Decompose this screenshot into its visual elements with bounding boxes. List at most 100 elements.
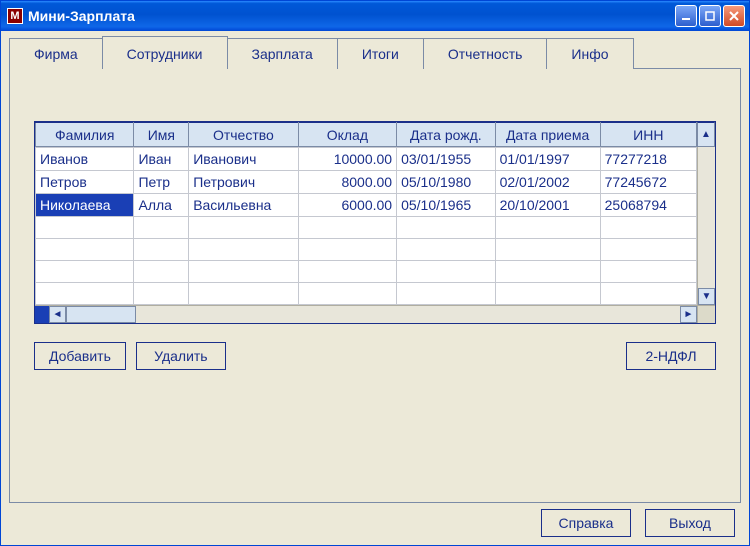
scroll-left-button[interactable]: ◄	[49, 306, 66, 323]
cell[interactable]	[600, 239, 696, 261]
tab-label: Итоги	[362, 46, 399, 62]
cell[interactable]	[134, 239, 189, 261]
cell[interactable]	[397, 239, 495, 261]
cell[interactable]: 01/01/1997	[495, 148, 600, 171]
scroll-right-button[interactable]: ►	[680, 306, 697, 323]
cell[interactable]	[397, 283, 495, 305]
maximize-button[interactable]	[699, 5, 721, 27]
add-button[interactable]: Добавить	[34, 342, 126, 370]
cell[interactable]	[134, 217, 189, 239]
scroll-down-button[interactable]: ▼	[698, 288, 715, 305]
cell[interactable]	[298, 239, 396, 261]
minimize-button[interactable]	[675, 5, 697, 27]
bottom-button-row: Справка Выход	[9, 503, 741, 537]
cell[interactable]	[189, 283, 298, 305]
cell[interactable]: Николаева	[36, 194, 134, 217]
horizontal-scrollbar[interactable]: ◄ ►	[35, 305, 715, 323]
cell[interactable]: 20/10/2001	[495, 194, 600, 217]
cell[interactable]	[397, 261, 495, 283]
cell[interactable]: Васильевна	[189, 194, 298, 217]
cell[interactable]	[36, 283, 134, 305]
cell[interactable]	[36, 261, 134, 283]
cell[interactable]	[36, 217, 134, 239]
table-row[interactable]: НиколаеваАллаВасильевна6000.0005/10/1965…	[36, 194, 697, 217]
ndfl-button[interactable]: 2-НДФЛ	[626, 342, 716, 370]
table-row[interactable]: ПетровПетрПетрович8000.0005/10/198002/01…	[36, 171, 697, 194]
cell[interactable]	[495, 217, 600, 239]
cell[interactable]	[495, 261, 600, 283]
cell[interactable]	[397, 217, 495, 239]
cell[interactable]: Петрович	[189, 171, 298, 194]
cell[interactable]: Петр	[134, 171, 189, 194]
column-header[interactable]: Оклад	[298, 123, 396, 147]
tab-1[interactable]: Сотрудники	[102, 36, 228, 69]
tab-label: Зарплата	[252, 46, 313, 62]
tab-5[interactable]: Инфо	[546, 38, 633, 69]
help-button[interactable]: Справка	[541, 509, 631, 537]
tab-label: Сотрудники	[127, 46, 203, 62]
cell[interactable]	[189, 239, 298, 261]
minimize-icon	[681, 11, 691, 21]
cell[interactable]	[189, 261, 298, 283]
column-header[interactable]: Фамилия	[36, 123, 134, 147]
table-row[interactable]	[36, 261, 697, 283]
cell[interactable]: 10000.00	[298, 148, 396, 171]
close-button[interactable]	[723, 5, 745, 27]
column-header[interactable]: Дата приема	[495, 123, 600, 147]
cell[interactable]	[189, 217, 298, 239]
hscroll-thumb[interactable]	[66, 306, 136, 323]
table-row[interactable]	[36, 217, 697, 239]
tab-strip: Фирма Сотрудники Зарплата Итоги Отчетность Ин…	[9, 38, 741, 69]
cell[interactable]: 77277218	[600, 148, 696, 171]
tab-label: Отчетность	[448, 46, 523, 62]
cell[interactable]	[600, 217, 696, 239]
vertical-scrollbar[interactable]: ▼	[697, 147, 715, 305]
cell[interactable]: 05/10/1980	[397, 171, 495, 194]
app-window: M Мини-Зарплата Фирма Сотрудники Зарплата И…	[0, 0, 750, 546]
cell[interactable]: Иванович	[189, 148, 298, 171]
cell[interactable]: Иванов	[36, 148, 134, 171]
table-row[interactable]	[36, 283, 697, 305]
table-row[interactable]	[36, 239, 697, 261]
employee-grid[interactable]: ФамилияИмяОтчествоОкладДата рожд.Дата пр…	[34, 121, 716, 324]
cell[interactable]: 25068794	[600, 194, 696, 217]
tab-0[interactable]: Фирма	[9, 38, 103, 69]
titlebar[interactable]: M Мини-Зарплата	[1, 1, 749, 31]
cell[interactable]	[134, 261, 189, 283]
tab-3[interactable]: Итоги	[337, 38, 424, 69]
column-header[interactable]: Дата рожд.	[397, 123, 495, 147]
app-icon: M	[7, 8, 23, 24]
table-row[interactable]: ИвановИванИванович10000.0003/01/195501/0…	[36, 148, 697, 171]
cell[interactable]: 6000.00	[298, 194, 396, 217]
cell[interactable]: 02/01/2002	[495, 171, 600, 194]
cell[interactable]	[495, 283, 600, 305]
cell[interactable]: 8000.00	[298, 171, 396, 194]
exit-button[interactable]: Выход	[645, 509, 735, 537]
window-title: Мини-Зарплата	[28, 8, 675, 24]
column-header[interactable]: ИНН	[600, 123, 696, 147]
cell[interactable]	[36, 239, 134, 261]
cell[interactable]	[298, 217, 396, 239]
cell[interactable]	[298, 261, 396, 283]
cell[interactable]	[600, 283, 696, 305]
cell[interactable]: 77245672	[600, 171, 696, 194]
cell[interactable]: Алла	[134, 194, 189, 217]
cell[interactable]	[134, 283, 189, 305]
cell[interactable]	[298, 283, 396, 305]
cell[interactable]: 03/01/1955	[397, 148, 495, 171]
scroll-up-button[interactable]: ▲	[697, 122, 715, 147]
delete-button[interactable]: Удалить	[136, 342, 226, 370]
hscroll-track[interactable]	[136, 306, 680, 323]
scroll-corner	[697, 306, 715, 323]
tab-page-employees: ФамилияИмяОтчествоОкладДата рожд.Дата пр…	[9, 68, 741, 503]
cell[interactable]	[495, 239, 600, 261]
cell[interactable]	[600, 261, 696, 283]
cell[interactable]: Иван	[134, 148, 189, 171]
column-header[interactable]: Имя	[134, 123, 189, 147]
tab-2[interactable]: Зарплата	[227, 38, 338, 69]
cell[interactable]: Петров	[36, 171, 134, 194]
tab-4[interactable]: Отчетность	[423, 38, 548, 69]
tab-label: Фирма	[34, 46, 78, 62]
column-header[interactable]: Отчество	[189, 123, 298, 147]
cell[interactable]: 05/10/1965	[397, 194, 495, 217]
